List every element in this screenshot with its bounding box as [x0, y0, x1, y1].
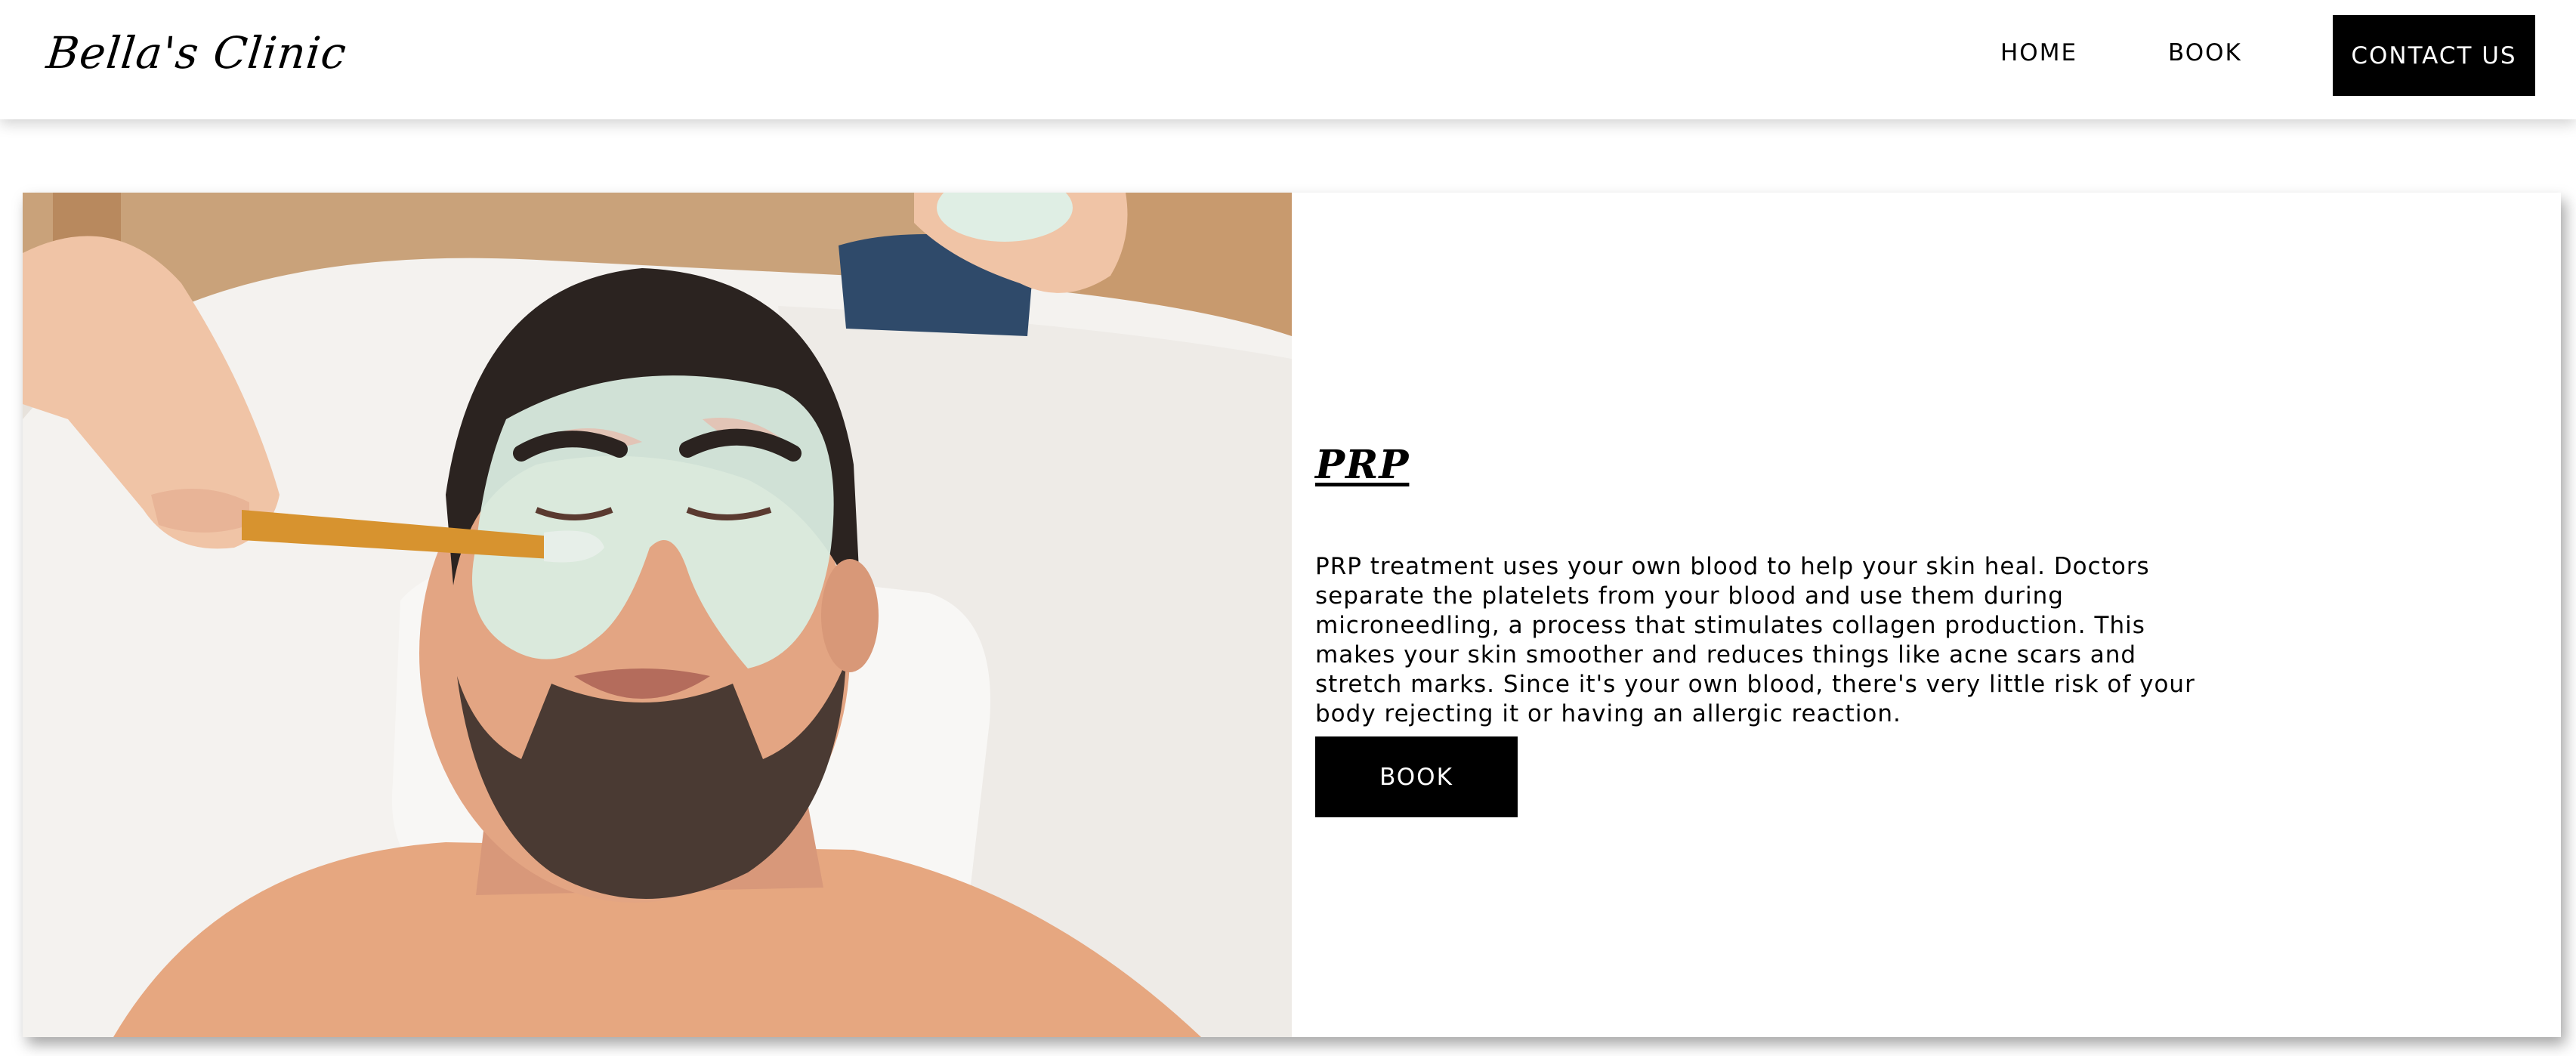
treatment-photo — [23, 193, 1292, 1037]
treatment-card: PRP PRP treatment uses your own blood to… — [23, 193, 2561, 1037]
book-button[interactable]: BOOK — [1315, 736, 1518, 817]
contact-us-button[interactable]: CONTACT US — [2333, 15, 2535, 96]
facial-treatment-image — [23, 193, 1292, 1037]
treatment-title: PRP — [1315, 442, 1410, 488]
clinic-logo[interactable]: Bella's Clinic — [44, 27, 349, 79]
nav-book-link[interactable]: BOOK — [2168, 39, 2242, 66]
nav-home-link[interactable]: HOME — [2000, 39, 2077, 66]
treatment-description: PRP treatment uses your own blood to hel… — [1315, 553, 2195, 727]
site-header: Bella's Clinic HOME BOOK CONTACT US — [0, 0, 2576, 119]
